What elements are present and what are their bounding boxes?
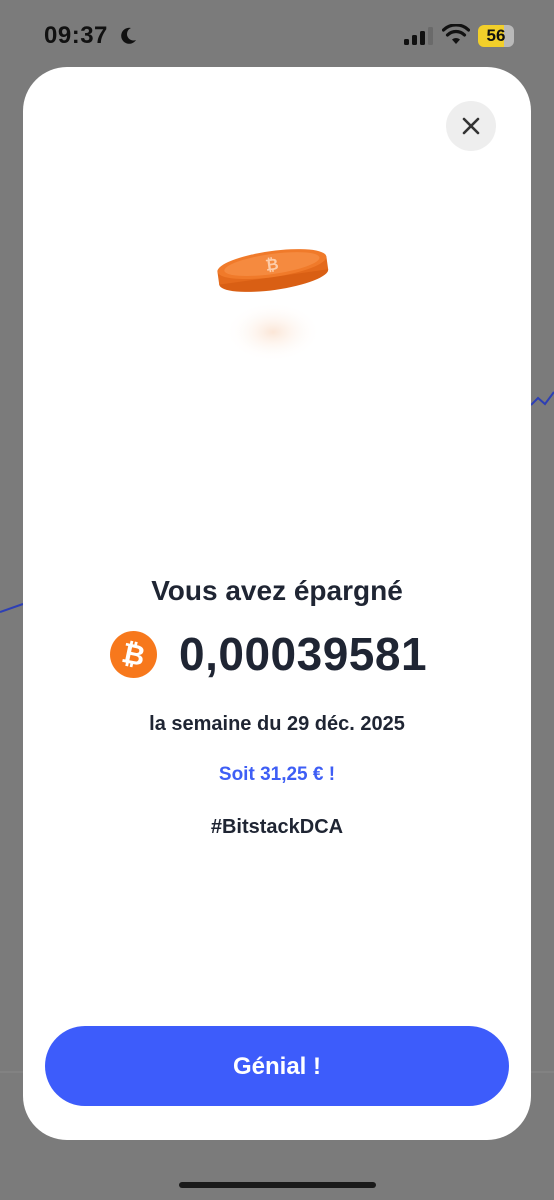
confirm-button[interactable]: Génial ! (45, 1026, 509, 1106)
wifi-icon (441, 23, 471, 46)
status-time: 09:37 (44, 22, 108, 49)
bitcoin-icon: ₿ (110, 631, 157, 678)
fiat-equivalent: Soit 31,25 € ! (218, 764, 336, 785)
close-button[interactable] (446, 101, 496, 151)
signal-icon (404, 27, 434, 45)
moon-icon (118, 26, 138, 46)
headline: Vous avez épargné (151, 575, 403, 606)
savings-modal: ₿ Vous avez épargné ₿ 0,00039581 la sema… (23, 67, 531, 1140)
svg-text:₿: ₿ (264, 254, 280, 275)
close-icon (462, 117, 480, 135)
period-text: la semaine du 29 déc. 2025 (149, 713, 405, 735)
hashtag: #BitstackDCA (210, 816, 344, 838)
battery-icon: 56 (478, 25, 516, 47)
battery-level: 56 (486, 26, 506, 45)
amount-row: ₿ 0,00039581 (23, 627, 531, 687)
btc-amount: 0,00039581 (179, 628, 428, 680)
home-indicator[interactable] (179, 1182, 376, 1188)
bitcoin-coin-icon: ₿ (173, 217, 373, 367)
status-bar: 09:37 56 (0, 0, 554, 70)
